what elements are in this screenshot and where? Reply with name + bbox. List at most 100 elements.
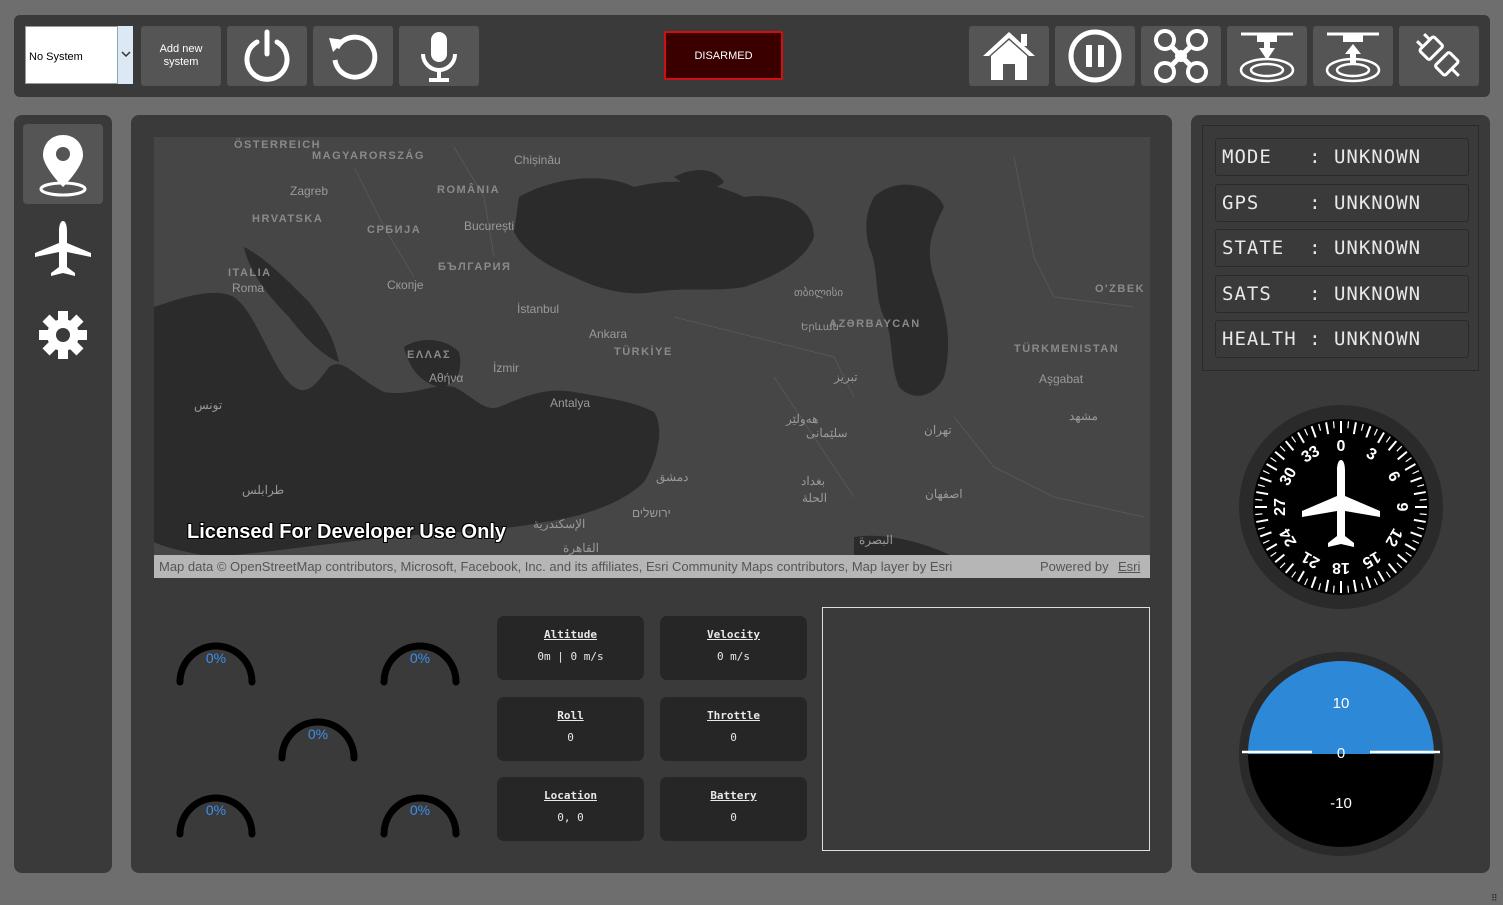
throttle-value: 0 bbox=[730, 731, 737, 744]
right-panel: MODE : UNKNOWN GPS : UNKNOWN STATE : UNK… bbox=[1191, 115, 1490, 873]
camera-view[interactable] bbox=[822, 607, 1150, 851]
resize-grip-icon[interactable]: ⠿ bbox=[1491, 893, 1501, 903]
compass-label: 0 bbox=[1337, 438, 1346, 455]
map-attribution: Map data © OpenStreetMap contributors, M… bbox=[159, 559, 953, 574]
map-label: القاهرة bbox=[563, 541, 599, 555]
map-label: ירושלים bbox=[632, 506, 671, 520]
attitude-indicator: 10 0 -10 bbox=[1239, 652, 1443, 856]
compass-tick bbox=[1255, 498, 1263, 501]
map-label: طرابلس bbox=[242, 483, 285, 497]
map-label: Chișinău bbox=[514, 153, 561, 167]
roll-value: 0 bbox=[567, 731, 574, 744]
map-label: دمشق bbox=[656, 470, 689, 484]
map-pin-icon bbox=[39, 135, 87, 197]
motor-gauge-rear-left: 0% bbox=[168, 770, 264, 842]
gear-icon bbox=[39, 311, 87, 359]
map-label: تهران bbox=[924, 423, 952, 437]
compass-tick bbox=[1419, 498, 1427, 501]
location-card: Location 0, 0 bbox=[497, 777, 644, 841]
map-label: TÜRKİYE bbox=[614, 346, 673, 358]
system-select[interactable]: No System bbox=[25, 26, 133, 84]
map-label: TÜRKMENISTAN bbox=[1014, 343, 1120, 355]
map-label: البصرة bbox=[859, 533, 893, 547]
arm-status-text: DISARMED bbox=[694, 49, 753, 62]
land-button[interactable] bbox=[1227, 26, 1307, 86]
disconnect-button[interactable] bbox=[1399, 26, 1479, 86]
motor-gauge-front-left: 0% bbox=[168, 618, 264, 690]
gauge-value: 0% bbox=[205, 650, 227, 666]
compass-tick bbox=[1332, 585, 1335, 593]
map-label: ROMÂNIA bbox=[437, 184, 501, 196]
chevron-down-icon[interactable] bbox=[117, 26, 133, 84]
sidebar-item-settings[interactable] bbox=[23, 295, 103, 375]
system-select-value: No System bbox=[29, 51, 83, 63]
map-label: București bbox=[464, 219, 515, 233]
arm-status-badge: DISARMED bbox=[664, 31, 783, 80]
map-label: Скопје bbox=[387, 278, 424, 292]
map-label: تبریز bbox=[834, 370, 858, 384]
map-label: ÖSTERREICH bbox=[234, 139, 322, 151]
battery-value: 0 bbox=[730, 811, 737, 824]
map-label: سلێمانی bbox=[806, 426, 848, 440]
microphone-button[interactable] bbox=[399, 26, 479, 86]
compass-tick bbox=[1347, 421, 1350, 429]
map-label: Aşgabat bbox=[1039, 372, 1084, 386]
compass-tick bbox=[1255, 513, 1263, 516]
left-sidebar bbox=[14, 115, 112, 873]
pitch-mark-down: -10 bbox=[1330, 795, 1352, 812]
sidebar-item-map[interactable] bbox=[23, 124, 103, 204]
compass-label: 27 bbox=[1272, 498, 1289, 516]
compass-label: 9 bbox=[1393, 503, 1410, 512]
status-box: MODE : UNKNOWN GPS : UNKNOWN STATE : UNK… bbox=[1202, 125, 1479, 371]
map-label: İzmir bbox=[493, 361, 519, 375]
microphone-icon bbox=[421, 32, 457, 82]
motor-gauge-center: 0% bbox=[270, 694, 366, 766]
throttle-title: Throttle bbox=[707, 709, 760, 722]
pause-button[interactable] bbox=[1055, 26, 1135, 86]
map-label: ΕΛΛΑΣ bbox=[407, 349, 452, 361]
home-icon bbox=[983, 32, 1035, 80]
map-label: MAGYARORSZÁG bbox=[312, 150, 425, 162]
map-label: تونس bbox=[194, 398, 223, 412]
status-health: HEALTH : UNKNOWN bbox=[1215, 320, 1469, 358]
map-label: O'ZBEK bbox=[1095, 283, 1146, 295]
esri-link[interactable]: Esri bbox=[1118, 559, 1140, 574]
compass-tick bbox=[1419, 513, 1427, 516]
status-sats: SATS : UNKNOWN bbox=[1215, 275, 1469, 313]
map-view[interactable]: ÖSTERREICH MAGYARORSZÁG Chișinău Zagreb … bbox=[154, 137, 1150, 578]
sidebar-item-flight[interactable] bbox=[23, 209, 103, 289]
map-label: هەولێر bbox=[786, 412, 819, 426]
top-toolbar: No System Add new system DISARMED bbox=[14, 15, 1490, 97]
battery-title: Battery bbox=[710, 789, 757, 802]
drone-icon bbox=[1154, 29, 1208, 83]
compass-tick bbox=[1332, 421, 1335, 429]
gauge-value: 0% bbox=[409, 802, 431, 818]
map-label: Roma bbox=[232, 281, 265, 295]
drone-button[interactable] bbox=[1141, 26, 1221, 86]
battery-card: Battery 0 bbox=[660, 777, 807, 841]
reset-button[interactable] bbox=[313, 26, 393, 86]
map-watermark: Licensed For Developer Use Only bbox=[187, 521, 506, 543]
roll-card: Roll 0 bbox=[497, 697, 644, 761]
map-label: HRVATSKA bbox=[252, 213, 324, 225]
map-label: თბილისი bbox=[794, 287, 844, 299]
velocity-card: Velocity 0 m/s bbox=[660, 616, 807, 680]
home-button[interactable] bbox=[969, 26, 1049, 86]
power-button[interactable] bbox=[227, 26, 307, 86]
takeoff-button[interactable] bbox=[1313, 26, 1393, 86]
roll-title: Roll bbox=[557, 709, 584, 722]
altitude-value: 0m | 0 m/s bbox=[537, 650, 604, 663]
gauge-value: 0% bbox=[205, 802, 227, 818]
location-value: 0, 0 bbox=[557, 811, 584, 824]
throttle-card: Throttle 0 bbox=[660, 697, 807, 761]
map-label: الحلة bbox=[802, 491, 828, 505]
add-system-button[interactable]: Add new system bbox=[141, 26, 221, 86]
airplane-icon bbox=[35, 221, 91, 276]
motor-gauge-rear-right: 0% bbox=[372, 770, 468, 842]
altitude-title: Altitude bbox=[544, 628, 597, 641]
pitch-mark-level: 0 bbox=[1337, 745, 1345, 762]
power-icon bbox=[244, 29, 290, 82]
gauge-value: 0% bbox=[307, 726, 329, 742]
land-icon bbox=[1239, 32, 1295, 83]
status-gps: GPS : UNKNOWN bbox=[1215, 184, 1469, 222]
